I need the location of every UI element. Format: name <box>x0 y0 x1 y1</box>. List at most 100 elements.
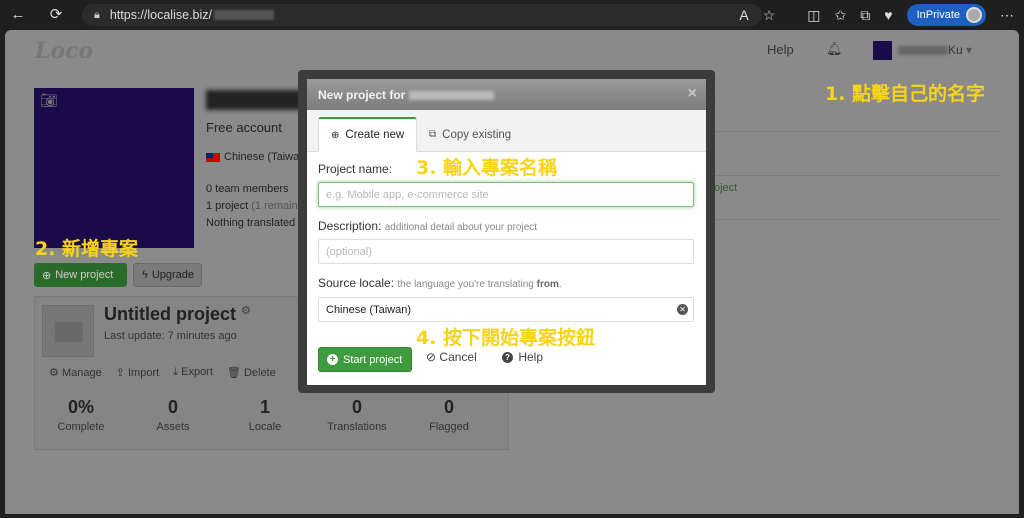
dialog-title: New project for <box>318 88 406 102</box>
manage-action[interactable]: ⚙ Manage <box>49 366 102 379</box>
upgrade-label: Upgrade <box>151 269 195 281</box>
dialog-help-label: Help <box>518 350 544 364</box>
back-icon[interactable]: ← <box>8 5 28 25</box>
project-last-update: Last update: 7 minutes ago <box>104 330 237 342</box>
source-hint-bold: from <box>536 279 559 290</box>
list-item[interactable]: ect <box>695 132 1000 176</box>
profile-locale: Chinese (Taiwan) <box>206 151 309 163</box>
plus-circle-icon: ⊕ <box>42 269 52 282</box>
upgrade-button[interactable]: ϟ Upgrade <box>133 263 202 287</box>
description-hint: additional detail about your project <box>384 222 538 233</box>
copy-icon: ⧉ <box>429 129 437 140</box>
profile-picture[interactable]: 📷︎ <box>34 88 194 248</box>
team-count: 0 team members <box>206 183 289 195</box>
bell-icon[interactable]: 🔔︎ <box>826 41 843 57</box>
stat-value: 1 <box>259 397 270 417</box>
tab-create-new[interactable]: ⊕ Create new <box>318 117 418 152</box>
stat-label: Translations <box>327 421 387 433</box>
project-title[interactable]: Untitled project ⚙ <box>104 304 251 325</box>
stat-value: 0 <box>351 397 362 417</box>
url-redacted <box>214 10 274 20</box>
stat-value: 0 <box>443 397 454 417</box>
delete-action[interactable]: 🗑︎ Delete <box>227 366 276 379</box>
taiwan-flag-icon <box>206 152 220 162</box>
cancel-label: Cancel <box>439 350 477 364</box>
stat-label: Flagged <box>429 421 469 433</box>
gear-icon[interactable]: ⚙ <box>241 305 251 317</box>
user-name-suffix: Ku <box>948 43 963 57</box>
dialog-header: New project for × <box>307 79 706 110</box>
translated-status: Nothing translated <box>206 217 296 229</box>
start-project-button[interactable]: + Start project <box>318 347 412 372</box>
tab-create-label: Create new <box>345 129 405 141</box>
profile-name-redacted <box>206 90 301 110</box>
source-locale-select[interactable]: Chinese (Taiwan) ✕ <box>318 297 694 322</box>
source-locale-label-text: Source locale: <box>318 276 395 290</box>
plus-circle-icon: + <box>327 354 338 365</box>
more-icon[interactable]: ⋯ <box>1000 7 1014 24</box>
stat-flagged: 0 Flagged <box>403 397 495 433</box>
health-icon[interactable]: ♥ <box>884 7 892 23</box>
tab-copy-label: Copy existing <box>442 128 512 141</box>
list-item-sub: ect <box>695 198 1000 208</box>
help-link[interactable]: Help <box>767 42 794 57</box>
plus-circle-icon: ⊕ <box>331 129 340 141</box>
annotation-step2: 2. 新增專案 <box>35 238 139 260</box>
dialog-help-button[interactable]: ? Help <box>502 350 543 364</box>
site-header: Loco Help 🔔︎ Ku ▾ <box>5 30 1019 70</box>
new-project-label: New project <box>55 269 114 281</box>
stat-assets: 0 Assets <box>127 397 219 433</box>
refresh-icon[interactable]: ⟳ <box>46 5 66 25</box>
site-logo[interactable]: Loco <box>35 38 93 64</box>
source-locale-hint: the language you're translating from. <box>397 279 561 290</box>
favorites-icon[interactable]: ✩ <box>835 7 847 24</box>
project-name-input[interactable] <box>318 182 694 207</box>
close-icon[interactable]: × <box>688 85 697 103</box>
annotation-step1: 1. 點擊自己的名字 <box>825 83 986 105</box>
collections-icon[interactable]: ⧉ <box>860 7 870 24</box>
stat-label: Assets <box>156 421 190 433</box>
manage-label: Manage <box>61 367 102 379</box>
stat-value: 0% <box>67 397 94 417</box>
chevron-down-icon: ▾ <box>966 43 973 57</box>
read-aloud-icon[interactable]: A <box>739 7 748 23</box>
start-project-label: Start project <box>343 353 403 366</box>
user-menu[interactable]: Ku ▾ <box>898 43 972 57</box>
profile-locale-text: Chinese (Taiwan) <box>224 151 309 163</box>
export-label: Export <box>181 366 213 378</box>
clear-icon[interactable]: ✕ <box>677 304 688 315</box>
split-screen-icon[interactable]: ◫ <box>807 7 820 24</box>
import-action[interactable]: ⇪ Import <box>116 366 159 379</box>
source-hint-post: . <box>558 279 562 290</box>
favorite-icon[interactable]: ☆ <box>763 7 776 24</box>
folder-icon <box>42 305 94 357</box>
project-title-text: Untitled project <box>104 304 237 324</box>
tab-copy-existing[interactable]: ⧉ Copy existing <box>417 117 523 152</box>
trash-icon: 🗑︎ <box>226 367 241 379</box>
project-stats: 0% Complete 0 Assets 1 Locale 0 Translations… <box>35 397 508 433</box>
upload-icon: ⇪ <box>115 367 125 379</box>
source-hint-pre: the language you're translating <box>397 279 534 290</box>
user-avatar[interactable] <box>873 41 892 60</box>
description-label-text: Description: <box>318 219 382 233</box>
project-count-text: 1 project <box>206 200 249 212</box>
list-item[interactable]: d projectect <box>695 176 1000 220</box>
description-input[interactable] <box>318 239 694 264</box>
cogs-icon: ⚙ <box>49 367 59 379</box>
inprivate-label: InPrivate <box>916 9 960 21</box>
delete-label: Delete <box>243 367 276 379</box>
stat-locale: 1 Locale <box>219 397 311 433</box>
browser-toolbar: ← ⟳ 🔒︎ https://localise.biz/ A ☆ ◫ ✩ ⧉ ♥… <box>0 0 1024 30</box>
inprivate-badge[interactable]: InPrivate <box>906 4 986 26</box>
source-locale-value: Chinese (Taiwan) <box>326 304 411 316</box>
stat-label: Complete <box>57 421 105 433</box>
annotation-step4: 4. 按下開始專案按鈕 <box>416 327 596 349</box>
user-name-redacted <box>898 46 948 56</box>
new-project-button[interactable]: ⊕ New project <box>34 263 127 287</box>
export-action[interactable]: ⤓ Export <box>173 366 213 379</box>
profile-avatar <box>966 7 982 23</box>
address-bar[interactable]: 🔒︎ https://localise.biz/ <box>82 4 762 26</box>
cancel-button[interactable]: ⊘ Cancel <box>426 350 477 364</box>
dialog-tabs: ⊕ Create new ⧉ Copy existing <box>307 110 706 152</box>
camera-icon[interactable]: 📷︎ <box>40 92 58 109</box>
